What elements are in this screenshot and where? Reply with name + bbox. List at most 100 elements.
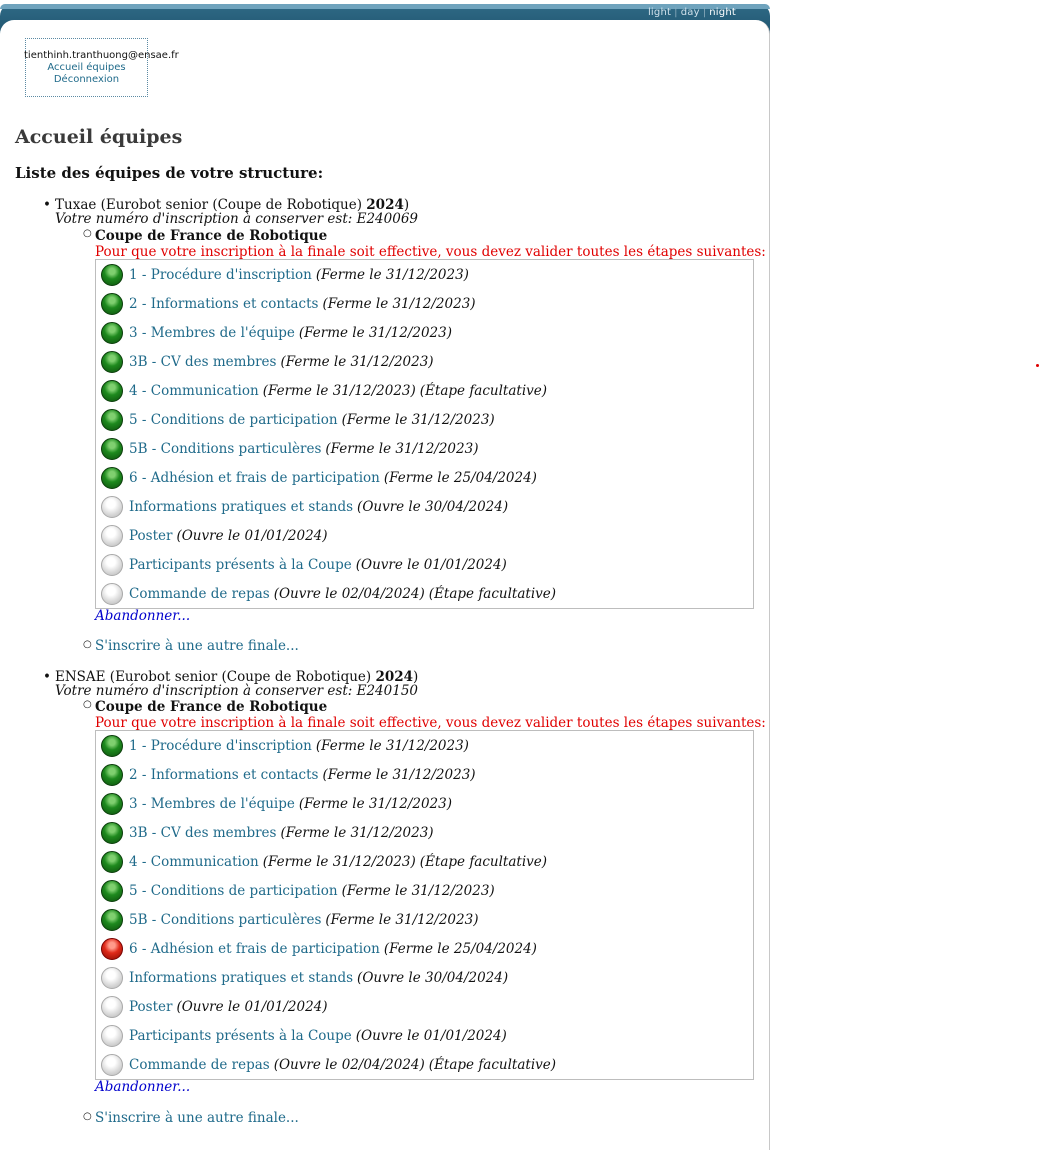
status-green-icon [101,466,123,489]
theme-day-link[interactable]: day [681,7,700,18]
step-row: 1 - Procédure d'inscription (Ferme le 31/… [96,260,753,289]
step-row: 5B - Conditions particulères (Ferme le 31… [96,434,753,463]
step-link[interactable]: 5 - Conditions de participation [129,412,338,428]
status-green-icon [101,350,123,373]
abandon-link[interactable]: Abandonner... [95,608,190,624]
step-deadline: (Ferme le 31/12/2023) [315,266,469,283]
step-optional: (Étape facultative) [419,853,548,870]
other-finale-link[interactable]: S'inscrire à une autre finale... [95,1110,299,1126]
step-deadline: (Ouvre le 01/01/2024) [176,998,328,1015]
step-link[interactable]: 3B - CV des membres [129,825,276,841]
step-link[interactable]: Commande de repas [129,586,270,602]
step-link[interactable]: 3B - CV des membres [129,354,276,370]
status-green-icon [101,408,123,431]
step-link[interactable]: Participants présents à la Coupe [129,1028,352,1044]
status-green-icon [101,850,123,873]
status-green-icon [101,292,123,315]
status-green-icon [101,379,123,402]
step-row: Participants présents à la Coupe (Ouvre l… [96,550,753,579]
theme-night-link[interactable]: night [709,7,736,18]
step-link[interactable]: Poster [129,999,172,1015]
step-deadline: (Ferme le 31/12/2023) [298,795,452,812]
list-bullet: • [43,669,51,685]
step-link[interactable]: 5 - Conditions de participation [129,883,338,899]
abandon-link[interactable]: Abandonner... [95,1079,190,1095]
step-deadline: (Ouvre le 02/04/2024) [273,1056,425,1073]
status-grey-icon [101,495,123,518]
other-finale-item: ○ S'inscrire à une autre finale... [83,1110,299,1126]
step-row: Commande de repas (Ouvre le 02/04/2024) (É… [96,579,753,608]
step-link[interactable]: 1 - Procédure d'inscription [129,738,312,754]
status-green-icon [101,263,123,286]
step-deadline: (Ferme le 31/12/2023) [322,766,476,783]
step-row: 3 - Membres de l'équipe (Ferme le 31/12/2… [96,789,753,818]
step-deadline: (Ferme le 31/12/2023) [298,324,452,341]
step-link[interactable]: Participants présents à la Coupe [129,557,352,573]
step-link[interactable]: Informations pratiques et stands [129,970,353,986]
step-link[interactable]: 3 - Membres de l'équipe [129,325,295,341]
status-grey-icon [101,553,123,576]
step-link[interactable]: Informations pratiques et stands [129,499,353,515]
step-deadline: (Ferme le 25/04/2024) [383,469,537,486]
step-link[interactable]: 1 - Procédure d'inscription [129,267,312,283]
validation-warning: Pour que votre inscription à la finale s… [95,244,766,260]
step-link[interactable]: 4 - Communication [129,854,259,870]
section-title: Liste des équipes de votre structure: [15,164,324,182]
step-link[interactable]: 6 - Adhésion et frais de participation [129,941,380,957]
step-deadline: (Ferme le 31/12/2023) [315,737,469,754]
step-deadline: (Ferme le 31/12/2023) [280,353,434,370]
status-green-icon [101,821,123,844]
step-link[interactable]: 4 - Communication [129,383,259,399]
step-row: 3B - CV des membres (Ferme le 31/12/2023) [96,818,753,847]
step-row: Poster (Ouvre le 01/01/2024) [96,521,753,550]
competition-title: Coupe de France de Robotique [95,228,328,244]
step-link[interactable]: 5B - Conditions particulères [129,441,321,457]
status-green-icon [101,321,123,344]
step-row: Informations pratiques et stands (Ouvre l… [96,492,753,521]
step-optional: (Étape facultative) [428,1056,557,1073]
step-link[interactable]: 5B - Conditions particulères [129,912,321,928]
step-deadline: (Ferme le 31/12/2023) [325,911,479,928]
step-optional: (Étape facultative) [428,585,557,602]
theme-light-link[interactable]: light [648,7,671,18]
step-deadline: (Ouvre le 02/04/2024) [273,585,425,602]
step-deadline: (Ouvre le 01/01/2024) [355,1027,507,1044]
step-row: Commande de repas (Ouvre le 02/04/2024) (É… [96,1050,753,1079]
status-green-icon [101,879,123,902]
step-row: 2 - Informations et contacts (Ferme le 31… [96,760,753,789]
step-link[interactable]: 2 - Informations et contacts [129,767,318,783]
step-row: 3 - Membres de l'équipe (Ferme le 31/12/2… [96,318,753,347]
logout-link[interactable]: Déconnexion [26,74,147,86]
list-circle: ○ [83,699,92,710]
competition-title: Coupe de France de Robotique [95,699,328,715]
status-green-icon [101,763,123,786]
home-teams-link[interactable]: Accueil équipes [26,62,147,74]
theme-separator: | [702,7,707,18]
step-row: Poster (Ouvre le 01/01/2024) [96,992,753,1021]
step-link[interactable]: 3 - Membres de l'équipe [129,796,295,812]
status-grey-icon [101,995,123,1018]
status-green-icon [101,908,123,931]
red-marker [1036,364,1039,367]
status-grey-icon [101,582,123,605]
step-deadline: (Ferme le 31/12/2023) [341,411,495,428]
step-deadline: (Ferme le 31/12/2023) [341,882,495,899]
other-finale-link[interactable]: S'inscrire à une autre finale... [95,638,299,654]
competition-block: ○ Coupe de France de Robotique Pour que vo… [83,228,766,260]
registration-number: Votre numéro d'inscription à conserver e… [55,683,418,699]
competition-block: ○ Coupe de France de Robotique Pour que vo… [83,699,766,731]
step-link[interactable]: Poster [129,528,172,544]
list-circle: ○ [83,228,92,239]
step-row: Informations pratiques et stands (Ouvre l… [96,963,753,992]
step-link[interactable]: 2 - Informations et contacts [129,296,318,312]
step-deadline: (Ferme le 25/04/2024) [383,940,537,957]
step-link[interactable]: Commande de repas [129,1057,270,1073]
status-grey-icon [101,524,123,547]
step-deadline: (Ferme le 31/12/2023) [280,824,434,841]
step-row: 6 - Adhésion et frais de participation (F… [96,463,753,492]
step-link[interactable]: 6 - Adhésion et frais de participation [129,470,380,486]
status-grey-icon [101,1053,123,1076]
user-email: tienthinh.tranthuong@ensae.fr [24,50,179,61]
status-grey-icon [101,966,123,989]
team-entry: • ENSAE (Eurobot senior (Coupe de Robotiq… [43,670,418,699]
